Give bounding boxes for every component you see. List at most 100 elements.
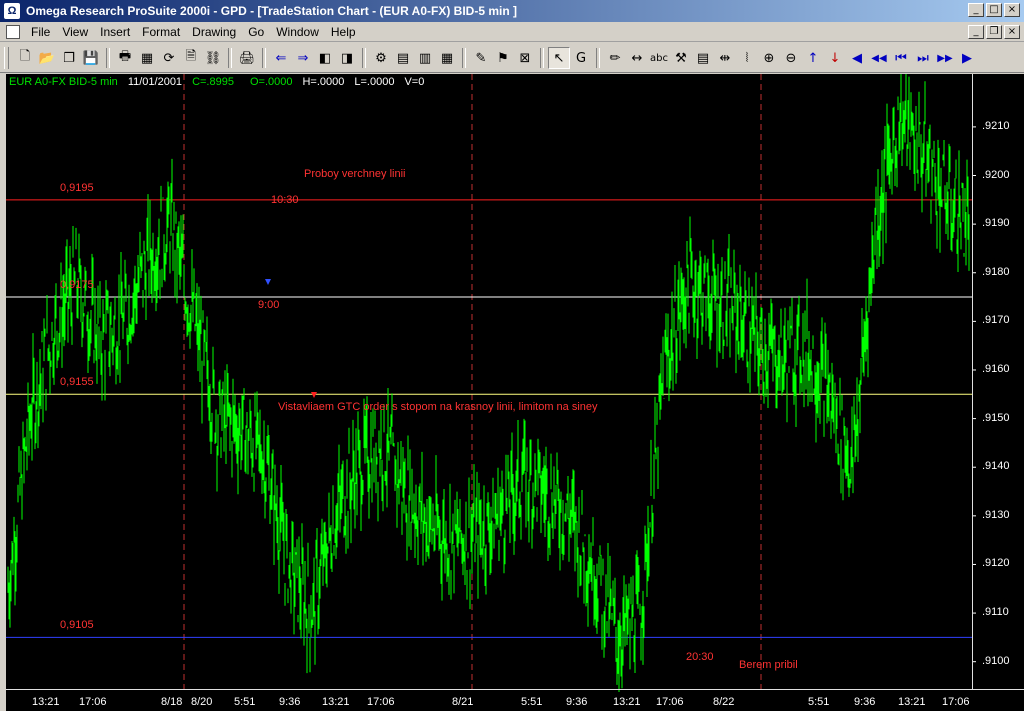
time-tick-label: 5:51 <box>234 696 256 708</box>
maximize-button[interactable]: □ <box>986 3 1002 17</box>
menu-format[interactable]: Format <box>137 25 185 39</box>
toolbar-separator <box>596 48 600 68</box>
toolbar-separator <box>106 48 110 68</box>
price-series <box>7 74 970 692</box>
annotation-time-900: 9:00 <box>258 299 280 311</box>
pencil-icon[interactable]: ✏ <box>604 47 626 69</box>
menu-list: File View Insert Format Drawing Go Window Help <box>26 25 361 39</box>
open-folder-icon[interactable]: 📂 <box>36 47 58 69</box>
copy-windows-icon[interactable]: ❐ <box>58 47 80 69</box>
toolbar-grip[interactable] <box>4 47 9 69</box>
arrow-up-icon[interactable]: ↑ <box>802 47 824 69</box>
grid-icon[interactable]: ▥ <box>414 47 436 69</box>
level-label: 0,9175 <box>60 279 94 292</box>
zoom-out-icon[interactable]: ⊖ <box>780 47 802 69</box>
price-tick-label: .9140 <box>982 460 1010 473</box>
price-tick-label: .9160 <box>982 362 1010 375</box>
doc-close-button[interactable]: × <box>1004 25 1020 39</box>
price-chart[interactable]: EUR A0-FX BID-5 min 11/01/2001 C=.8995 O… <box>6 74 1024 711</box>
signal-arrow-icon <box>311 392 317 398</box>
to-start-icon[interactable]: ⏮ <box>890 47 912 69</box>
menu-window[interactable]: Window <box>271 25 324 39</box>
link-icon[interactable]: ⛓ <box>202 47 224 69</box>
indicator-icon[interactable]: ✎ <box>470 47 492 69</box>
signal-arrow-icon <box>265 279 271 285</box>
annotation-order: Vistavliaem GTC order s stopom na krasno… <box>278 401 598 413</box>
chart-high: H=.0000 <box>302 76 345 88</box>
text-icon[interactable]: abc <box>648 47 670 69</box>
toolbar-tools: 🗋 📂 ❐ 💾 🖶 ▦ ⟳ 🗎 ⛓ 🖨 ⇐ ⇒ ◧ ◨ ⚙ ▤ ▥ ▦ ✎ ⚑ ⊠ ↖ G ✏ ↔ abc ⚒ ▤ ⇹ ⦚ ⊕ ⊖ ↑ ↓ ◀ ◀◀ ⏮… <box>14 47 978 69</box>
fast-forward-icon[interactable]: ▶▶ <box>934 47 956 69</box>
cursor-icon[interactable]: ↖ <box>548 47 570 69</box>
strategy-icon[interactable]: ⚑ <box>492 47 514 69</box>
price-axis[interactable] <box>972 74 1024 689</box>
time-tick-label: 13:21 <box>32 696 60 708</box>
scroll-left-icon[interactable]: ◀ <box>846 47 868 69</box>
price-tick-label: .9110 <box>982 606 1009 619</box>
printer-icon[interactable]: 🖨 <box>236 47 258 69</box>
calendar-icon[interactable]: ▤ <box>392 47 414 69</box>
document-icon[interactable] <box>6 25 20 39</box>
menu-go[interactable]: Go <box>243 25 269 39</box>
horizontal-arrow-icon[interactable]: ↔ <box>626 47 648 69</box>
time-tick-label: 13:21 <box>613 696 641 708</box>
window-left-icon[interactable]: ◧ <box>314 47 336 69</box>
time-tick-label: 9:36 <box>279 696 301 708</box>
scan-icon[interactable]: ⊠ <box>514 47 536 69</box>
level-label: 0,9195 <box>60 181 94 194</box>
menu-view[interactable]: View <box>57 25 93 39</box>
time-tick-label: 17:06 <box>942 696 970 708</box>
minimize-button[interactable]: _ <box>968 3 984 17</box>
forward-icon[interactable]: ⇒ <box>292 47 314 69</box>
format-icon[interactable]: ▦ <box>136 47 158 69</box>
annotation-breakout: Proboy verchney linii <box>304 168 406 180</box>
hammer-icon[interactable]: ⚒ <box>670 47 692 69</box>
level-label: 0,9105 <box>60 619 94 632</box>
table-icon[interactable]: ▦ <box>436 47 458 69</box>
chart-close: C=.8995 <box>192 76 234 88</box>
app-icon[interactable]: Ω <box>4 3 20 19</box>
annotation-time-2030: 20:30 <box>686 651 714 663</box>
doc-minimize-button[interactable]: _ <box>968 25 984 39</box>
title-bar[interactable]: Ω Omega Research ProSuite 2000i - GPD - … <box>0 0 1024 22</box>
doc-restore-button[interactable]: ❐ <box>986 25 1002 39</box>
split-icon[interactable]: ⇹ <box>714 47 736 69</box>
time-tick-label: 8/18 <box>161 696 183 708</box>
toolbar-separator <box>540 48 544 68</box>
time-tick-label: 5:51 <box>521 696 543 708</box>
refresh-icon[interactable]: ⟳ <box>158 47 180 69</box>
arrow-down-icon[interactable]: ↓ <box>824 47 846 69</box>
time-tick-label: 13:21 <box>898 696 926 708</box>
print-preview-icon[interactable]: 🖶 <box>114 47 136 69</box>
save-icon[interactable]: 💾 <box>80 47 102 69</box>
menu-bar: File View Insert Format Drawing Go Window Help … <box>0 22 1024 42</box>
back-icon[interactable]: ⇐ <box>270 47 292 69</box>
chart-canvas <box>6 74 976 692</box>
window-right-icon[interactable]: ◨ <box>336 47 358 69</box>
menu-insert[interactable]: Insert <box>95 25 135 39</box>
close-button[interactable]: × <box>1004 3 1020 17</box>
time-tick-label: 17:06 <box>656 696 684 708</box>
data-icon[interactable]: ⚙ <box>370 47 392 69</box>
window-title: Omega Research ProSuite 2000i - GPD - [T… <box>26 4 517 18</box>
time-tick-label: 8/22 <box>713 696 735 708</box>
scroll-right-icon[interactable]: ▶ <box>956 47 978 69</box>
bracket-icon[interactable]: ⦚ <box>736 47 758 69</box>
time-tick-label: 5:51 <box>808 696 830 708</box>
menu-drawing[interactable]: Drawing <box>187 25 241 39</box>
price-tick-label: .9150 <box>982 411 1010 424</box>
zoom-in-icon[interactable]: ⊕ <box>758 47 780 69</box>
menu-file[interactable]: File <box>26 25 55 39</box>
to-end-icon[interactable]: ⏭ <box>912 47 934 69</box>
text-cursor-icon[interactable]: G <box>570 47 592 69</box>
menu-help[interactable]: Help <box>326 25 361 39</box>
annotation-profit: Berem pribil <box>739 659 798 671</box>
toolbar-separator <box>228 48 232 68</box>
price-tick-label: .9200 <box>982 168 1010 181</box>
fast-back-icon[interactable]: ◀◀ <box>868 47 890 69</box>
page-icon[interactable]: 🗎 <box>180 47 202 69</box>
toolbar-separator <box>362 48 366 68</box>
new-document-icon[interactable]: 🗋 <box>14 47 36 69</box>
time-tick-label: 8/21 <box>452 696 474 708</box>
notes-icon[interactable]: ▤ <box>692 47 714 69</box>
